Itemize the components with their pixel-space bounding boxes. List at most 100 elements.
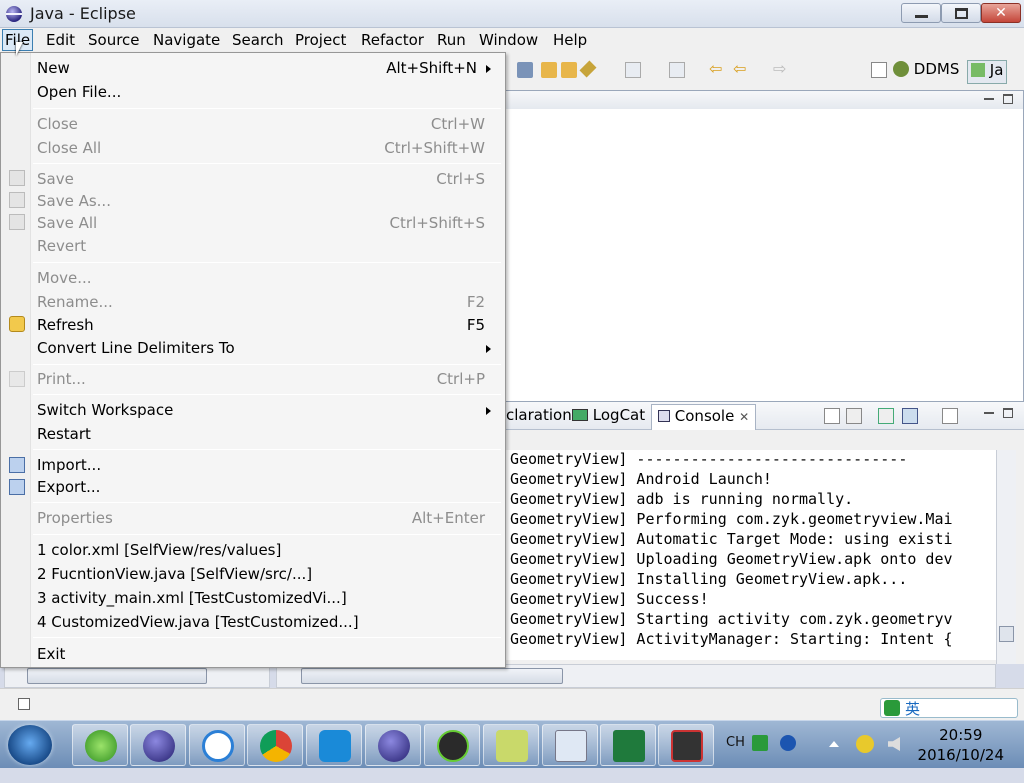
pin-console-icon[interactable] <box>878 408 894 424</box>
forward-icon[interactable]: ⇨ <box>773 59 789 78</box>
scroll-thumb[interactable] <box>999 626 1014 642</box>
console-vertical-scrollbar[interactable] <box>996 450 1016 664</box>
menu-source[interactable]: Source <box>88 31 140 49</box>
status-bar <box>0 688 1024 720</box>
search-tool-icon[interactable] <box>579 60 597 78</box>
menu-help[interactable]: Help <box>553 31 587 49</box>
menu-item-refresh[interactable]: Refresh F5 <box>37 314 485 336</box>
taskbar-app-cloud[interactable] <box>306 724 362 766</box>
menu-item-save-as: Save As... <box>37 190 485 212</box>
menu-window[interactable]: Window <box>479 31 538 49</box>
menu-item-recent-file-1[interactable]: 1 color.xml [SelfView/res/values] <box>37 539 485 561</box>
menu-item-label: New <box>37 59 70 77</box>
minimize-view-icon[interactable] <box>984 94 994 100</box>
open-type-icon[interactable] <box>561 62 577 78</box>
taskbar-app-excel[interactable] <box>600 724 656 766</box>
menu-search[interactable]: Search <box>232 31 284 49</box>
menu-item-recent-file-3[interactable]: 3 activity_main.xml [TestCustomizedVi...… <box>37 587 485 609</box>
minimize-button[interactable] <box>901 3 941 23</box>
menu-item-label: Close All <box>37 139 102 157</box>
maximize-panel-icon[interactable] <box>1003 408 1013 418</box>
start-button[interactable] <box>8 725 52 765</box>
tab-logcat-label: LogCat <box>592 406 646 424</box>
menu-project-label: Project <box>295 31 347 49</box>
maximize-view-icon[interactable] <box>1003 94 1013 104</box>
menu-item-exit[interactable]: Exit <box>37 643 485 665</box>
next-annotation-icon[interactable] <box>625 62 641 78</box>
menu-separator <box>33 394 501 395</box>
menu-item-accelerator: F2 <box>466 293 485 311</box>
tab-close-icon[interactable]: ✕ <box>739 410 749 424</box>
taskbar-app-chrome[interactable] <box>247 724 303 766</box>
tab-console[interactable]: Console ✕ <box>651 404 757 430</box>
menu-navigate[interactable]: Navigate <box>153 31 220 49</box>
menu-item-accelerator: F5 <box>466 316 485 334</box>
toolbar-icon[interactable] <box>517 62 533 78</box>
menu-item-switch-workspace[interactable]: Switch Workspace <box>37 399 491 421</box>
menu-item-label: Switch Workspace <box>37 401 174 419</box>
open-folder-icon[interactable] <box>541 62 557 78</box>
show-hidden-icons-button[interactable] <box>829 741 839 747</box>
display-console-icon[interactable] <box>902 408 918 424</box>
perspective-java-label: Ja <box>989 61 1004 79</box>
menu-item-open-file[interactable]: Open File... <box>37 81 485 103</box>
menu-edit-label: Edit <box>46 31 76 49</box>
save-icon <box>9 170 25 186</box>
tray-language[interactable]: CH <box>726 735 745 783</box>
new-console-icon[interactable] <box>942 408 958 424</box>
taskbar-app-android-sdk[interactable] <box>424 724 480 766</box>
tab-logcat[interactable]: LogCat <box>572 406 645 424</box>
menu-bar: File Edit Source Navigate Search Project… <box>0 28 1024 52</box>
close-button[interactable]: ✕ <box>981 3 1021 23</box>
taskbar-app-network[interactable] <box>189 724 245 766</box>
menu-refactor[interactable]: Refactor <box>361 31 424 49</box>
console-output[interactable]: GeometryView] --------------------------… <box>506 450 998 660</box>
menu-item-export[interactable]: Export... <box>37 476 485 498</box>
menu-item-recent-file-4[interactable]: 4 CustomizedView.java [TestCustomized...… <box>37 611 485 633</box>
menu-item-convert-line-delimiters[interactable]: Convert Line Delimiters To <box>37 337 491 359</box>
taskbar-app-eclipse-2[interactable] <box>365 724 421 766</box>
ime-icon[interactable] <box>752 735 768 751</box>
taskbar-app-recorder[interactable] <box>658 724 714 766</box>
menu-item-label: Revert <box>37 237 87 255</box>
refresh-icon <box>9 316 25 332</box>
menu-separator <box>33 262 501 263</box>
volume-icon[interactable] <box>888 737 900 751</box>
back-icon[interactable]: ⇦ <box>733 59 749 78</box>
perspective-java[interactable]: Ja <box>967 60 1008 84</box>
help-icon[interactable] <box>780 735 796 751</box>
menu-separator <box>33 364 501 365</box>
taskbar-app-ie[interactable] <box>72 724 128 766</box>
menu-item-import[interactable]: Import... <box>37 454 485 476</box>
mouse-cursor-icon <box>16 42 23 56</box>
perspective-ddms[interactable]: DDMS <box>893 60 959 84</box>
tab-declaration[interactable]: claration <box>506 406 572 424</box>
scroll-lock-icon[interactable] <box>846 408 862 424</box>
taskbar-app-notepad[interactable] <box>542 724 598 766</box>
prev-annotation-icon[interactable] <box>669 62 685 78</box>
menu-project[interactable]: Project <box>295 31 346 49</box>
minimize-panel-icon[interactable] <box>984 408 994 414</box>
menu-item-restart[interactable]: Restart <box>37 423 485 445</box>
menu-run[interactable]: Run <box>437 31 466 49</box>
main-toolbar: ⇦ ⇦ ⇨ DDMS Ja <box>505 52 1024 90</box>
menu-item-label: Properties <box>37 509 113 527</box>
taskbar-app-notes[interactable] <box>483 724 539 766</box>
import-icon <box>9 457 25 473</box>
menu-item-recent-file-2[interactable]: 2 FucntionView.java [SelfView/src/...] <box>37 563 485 585</box>
maximize-button[interactable] <box>941 3 981 23</box>
last-edit-icon[interactable]: ⇦ <box>709 59 725 78</box>
clear-console-icon[interactable] <box>824 408 840 424</box>
network-status-icon[interactable] <box>856 735 874 753</box>
menu-item-label: Convert Line Delimiters To <box>37 339 235 357</box>
ime-toolbar[interactable]: 英 <box>880 698 1018 718</box>
system-clock[interactable]: 20:59 2016/10/24 <box>918 725 1004 765</box>
eclipse-icon <box>378 730 410 762</box>
open-perspective-icon[interactable] <box>871 62 887 78</box>
menu-item-new[interactable]: New Alt+Shift+N <box>37 57 491 79</box>
taskbar-app-eclipse[interactable] <box>130 724 186 766</box>
menu-edit[interactable]: Edit <box>46 31 75 49</box>
fast-view-icon[interactable] <box>18 698 30 710</box>
scroll-thumb[interactable] <box>27 668 207 684</box>
scroll-thumb[interactable] <box>301 668 563 684</box>
